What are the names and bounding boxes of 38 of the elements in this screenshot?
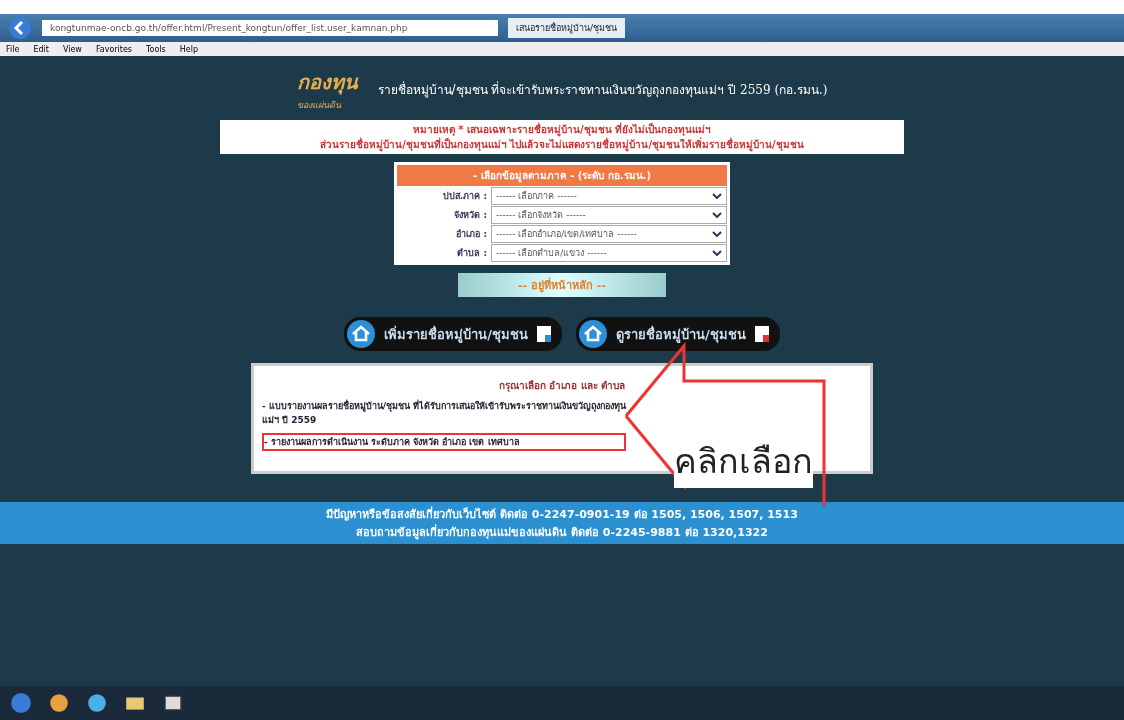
chevron-icon [712, 250, 722, 256]
field-label: จังหวัด : [453, 209, 487, 222]
nav-button[interactable]: เพิ่มรายชื่อหมู่บ้าน/ชุมชน [344, 317, 562, 351]
report-link[interactable]: - รายงานผลการดำเนินงาน ระดับภาค จังหวัด อำเภอ เขต เทศบาล [262, 433, 626, 451]
address-field[interactable]: kongtunmae-oncb.go.th/offer.html/Present_kongtun/offer_list.user_kamnan.php [42, 20, 498, 36]
report-link[interactable]: - แบบรายงานผลรายชื่อหมู่บ้าน/ชุมชน ที่ได้รับการเสนอให้เข้ารับพระราชทานเงินขวัญถุงกองทุนแม่ฯ ปี 2559 [262, 399, 642, 427]
home-icon [346, 319, 377, 349]
chevron-icon [712, 231, 722, 237]
select-field[interactable]: ------ เลือกตำบล/แขวง ------ [491, 244, 727, 262]
select-field[interactable]: ------ เลือกภาค ------ [491, 187, 727, 205]
browser-tab[interactable]: เสนอรายชื่อหมู่บ้าน/ชุมชน [508, 18, 626, 38]
back-icon[interactable] [8, 16, 32, 40]
field-label: ตำบล : [456, 247, 487, 260]
logo: กองทุน ของแผ่นดิน [296, 69, 358, 112]
footer-text: สอบถามข้อมูลเกี่ยวกับกองทุนแม่ของแผ่นดิน ติดต่อ 0-2245-9881 ต่อ 1320,1322 [355, 523, 769, 541]
menu-item[interactable]: View [62, 44, 82, 54]
menu-item[interactable]: Tools [146, 44, 166, 54]
chevron-icon [712, 193, 722, 199]
note-text: ส่วนรายชื่อหมู่บ้าน/ชุมชนที่เป็นกองทุนแม่ฯ ไปแล้วจะไม่แสดงรายชื่อหมู่บ้าน/ชุมชนให้เพิ่มรายชื่อหมู่บ้าน/ชุมชน [222, 137, 902, 152]
page-title: รายชื่อหมู่บ้าน/ชุมชน ที่จะเข้ารับพระราชทานเงินขวัญถุงกองทุนแม่ฯ ปี 2559 (กอ.รมน.) [377, 80, 828, 99]
field-label: อำเภอ : [455, 228, 487, 241]
field-label: ปปส.ภาค : [441, 190, 487, 203]
info-heading: กรุณาเลือก อำเภอ และ ตำบล [497, 379, 627, 393]
chevron-icon [712, 212, 722, 218]
filter-header: - เลือกข้อมูลตามภาค - (ระดับ กอ.รมน.) [397, 165, 727, 186]
menu-item[interactable]: Help [179, 44, 198, 54]
nav-button[interactable]: ดูรายชื่อหมู่บ้าน/ชุมชน [576, 317, 780, 351]
menu-item[interactable]: Favorites [95, 44, 132, 54]
footer-text: มีปัญหาหรือข้อสงสัยเกี่ยวกับเว็บไซต์ ติดต่อ 0-2247-0901-19 ต่อ 1505, 1506, 1507, 1513 [325, 505, 799, 523]
menu-item[interactable]: Edit [33, 44, 49, 54]
select-field[interactable]: ------ เลือกจังหวัด ------ [491, 206, 727, 224]
document-icon [753, 325, 770, 343]
select-field[interactable]: ------ เลือกอำเภอ/เขต/เทศบาล ------ [491, 225, 727, 243]
home-icon [578, 319, 608, 349]
banner: -- อยู่ที่หน้าหลัก -- [458, 273, 666, 297]
note-text: หมายเหตุ * เสนอเฉพาะรายชื่อหมู่บ้าน/ชุมชน ที่ยังไม่เป็นกองทุนแม่ฯ [411, 122, 712, 137]
menu-item[interactable]: File [6, 44, 20, 54]
document-icon [536, 325, 552, 343]
